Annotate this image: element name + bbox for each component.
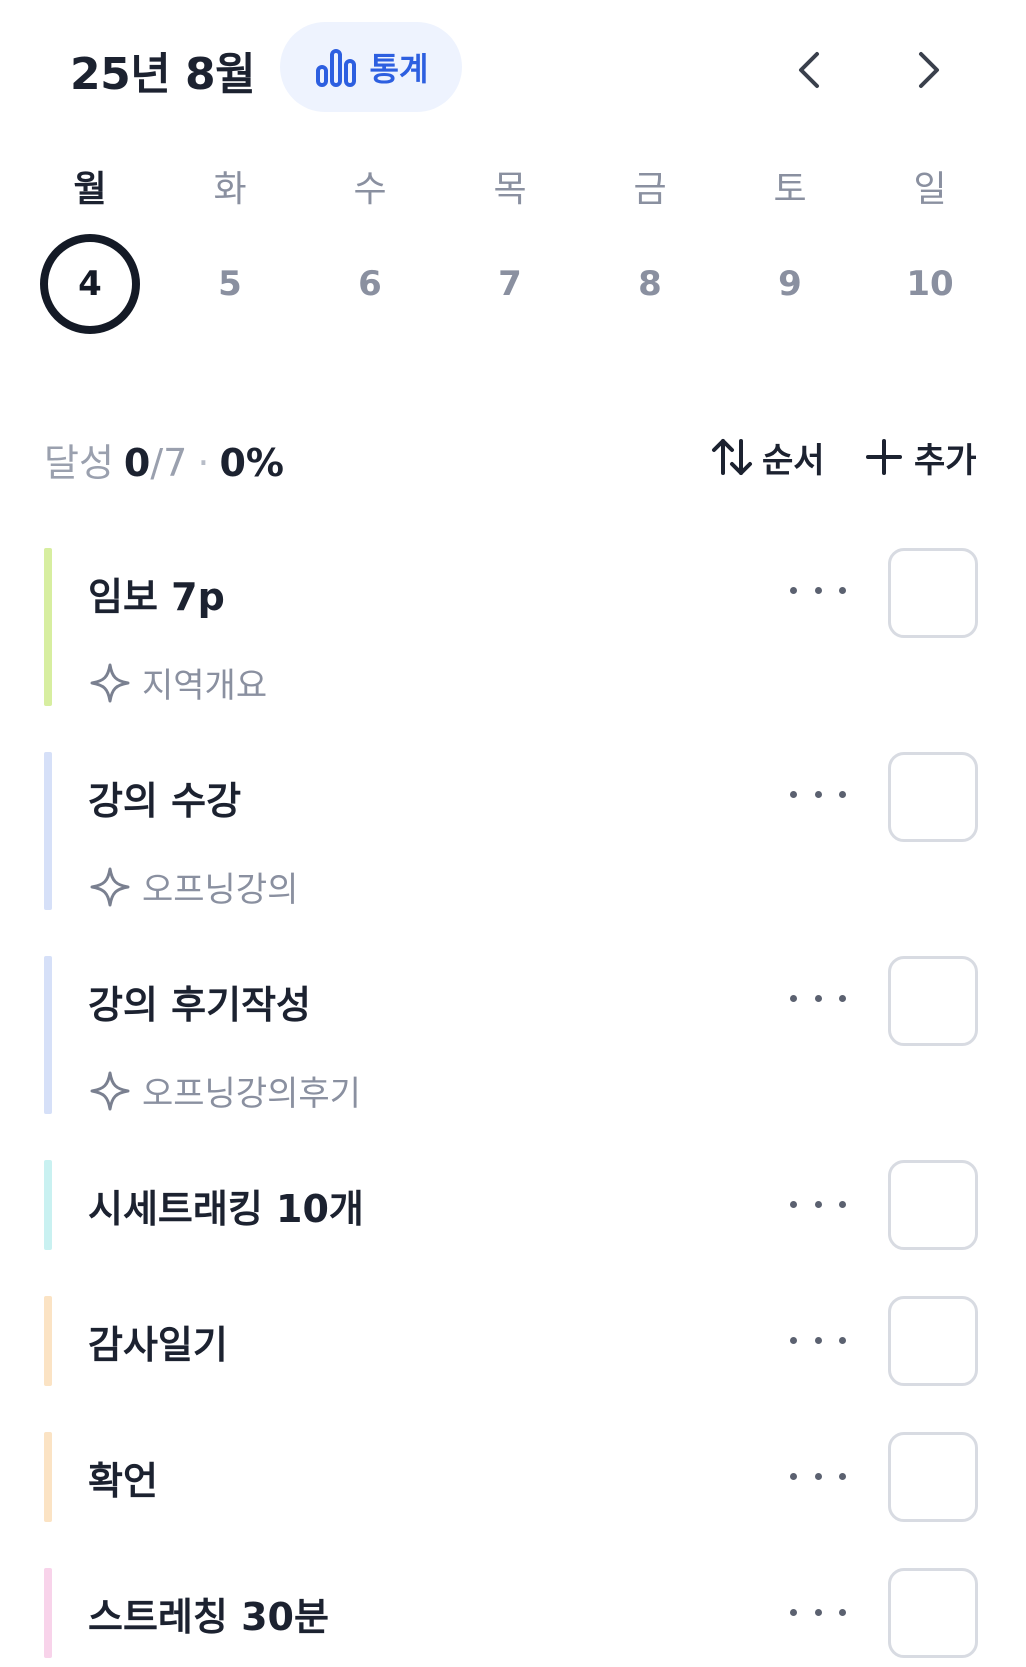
day-label: 토: [773, 169, 807, 210]
habit-item[interactable]: 확언: [0, 1432, 1026, 1522]
habit-name: 강의 수강: [88, 779, 242, 823]
progress-percent: 0%: [219, 441, 284, 485]
habit-checkbox[interactable]: [888, 752, 978, 842]
day-label: 목: [493, 169, 527, 210]
habit-color-bar: [44, 956, 52, 1114]
habit-color-bar: [44, 1160, 52, 1250]
habit-name: 확언: [88, 1459, 158, 1503]
progress-summary: 달성 0/7 · 0%: [44, 432, 284, 487]
sort-arrows-icon: [712, 439, 752, 475]
day-label: 금: [633, 169, 667, 210]
add-habit-button[interactable]: 추가: [862, 430, 977, 484]
add-label: 추가: [914, 440, 977, 481]
habit-checkbox[interactable]: [888, 956, 978, 1046]
habit-tracker-screen: 25년 8월 통계 월 4 화 5 수 6 목 7 금 8 토 9 일 10 달…: [0, 0, 1026, 1667]
progress-row: 달성 0/7 · 0% 순서 추가: [0, 420, 1026, 490]
day-number[interactable]: 10: [880, 234, 980, 334]
day-number[interactable]: 7: [460, 234, 560, 334]
habit-checkbox[interactable]: [888, 1160, 978, 1250]
progress-label: 달성: [44, 441, 114, 485]
habit-color-bar: [44, 548, 52, 706]
stats-label: 통계: [369, 50, 429, 88]
habit-item[interactable]: 감사일기: [0, 1296, 1026, 1386]
bar-chart-icon: [315, 49, 356, 87]
stats-button[interactable]: 통계: [280, 22, 462, 112]
habit-item[interactable]: 시세트래킹 10개: [0, 1160, 1026, 1250]
habit-color-bar: [44, 752, 52, 910]
habit-item[interactable]: 스트레칭 30분: [0, 1568, 1026, 1658]
habit-color-bar: [44, 1296, 52, 1386]
habit-checkbox[interactable]: [888, 1568, 978, 1658]
chevron-left-icon: [799, 52, 819, 88]
more-options-button[interactable]: [790, 774, 846, 814]
habit-item[interactable]: 임보 7p 지역개요: [0, 548, 1026, 706]
header: 25년 8월 통계: [0, 0, 1026, 140]
habit-subtask-label: 오프닝강의후기: [142, 1074, 361, 1114]
habit-name: 감사일기: [88, 1323, 228, 1367]
day-number[interactable]: 9: [740, 234, 840, 334]
day-label: 월: [73, 169, 107, 210]
next-week-button[interactable]: [896, 38, 960, 102]
habit-name: 시세트래킹 10개: [88, 1187, 364, 1231]
habit-subtask: 오프닝강의: [88, 862, 298, 911]
day-label: 화: [213, 169, 247, 210]
day-label: 수: [353, 169, 387, 210]
sort-button[interactable]: 순서: [710, 430, 825, 484]
sort-label: 순서: [762, 440, 825, 481]
day-number[interactable]: 6: [320, 234, 420, 334]
habit-checkbox[interactable]: [888, 1432, 978, 1522]
day-number[interactable]: 8: [600, 234, 700, 334]
habit-subtask-label: 지역개요: [142, 666, 268, 706]
habit-color-bar: [44, 1432, 52, 1522]
more-options-button[interactable]: [790, 978, 846, 1018]
progress-separator: ·: [197, 441, 210, 485]
day-label: 일: [913, 169, 947, 210]
day-number-selected[interactable]: 4: [40, 234, 140, 334]
habit-checkbox[interactable]: [888, 548, 978, 638]
habit-subtask: 지역개요: [88, 658, 267, 707]
previous-week-button[interactable]: [778, 38, 842, 102]
sparkle-icon: [90, 1071, 130, 1110]
chevron-right-icon: [919, 52, 939, 88]
progress-done: 0: [123, 441, 151, 485]
habit-item[interactable]: 강의 후기작성 오프닝강의후기: [0, 956, 1026, 1114]
day-number[interactable]: 5: [180, 234, 280, 334]
more-options-button[interactable]: [790, 1456, 846, 1496]
plus-icon: [866, 439, 902, 475]
habit-checkbox[interactable]: [888, 1296, 978, 1386]
more-options-button[interactable]: [790, 1592, 846, 1632]
habit-subtask: 오프닝강의후기: [88, 1066, 361, 1115]
progress-total: /7: [150, 441, 188, 485]
habit-subtask-label: 오프닝강의: [142, 870, 299, 910]
sparkle-icon: [90, 663, 130, 702]
more-options-button[interactable]: [790, 570, 846, 610]
sparkle-icon: [90, 867, 130, 906]
month-title: 25년 8월: [70, 49, 256, 100]
habit-name: 임보 7p: [88, 575, 225, 619]
more-options-button[interactable]: [790, 1320, 846, 1360]
habit-item[interactable]: 강의 수강 오프닝강의: [0, 752, 1026, 910]
week-strip: 월 4 화 5 수 6 목 7 금 8 토 9 일 10: [0, 150, 1026, 350]
progress-ratio: 0/7: [124, 441, 187, 485]
habit-name: 강의 후기작성: [88, 983, 311, 1027]
habit-name: 스트레칭 30분: [88, 1595, 329, 1639]
more-options-button[interactable]: [790, 1184, 846, 1224]
habit-color-bar: [44, 1568, 52, 1658]
